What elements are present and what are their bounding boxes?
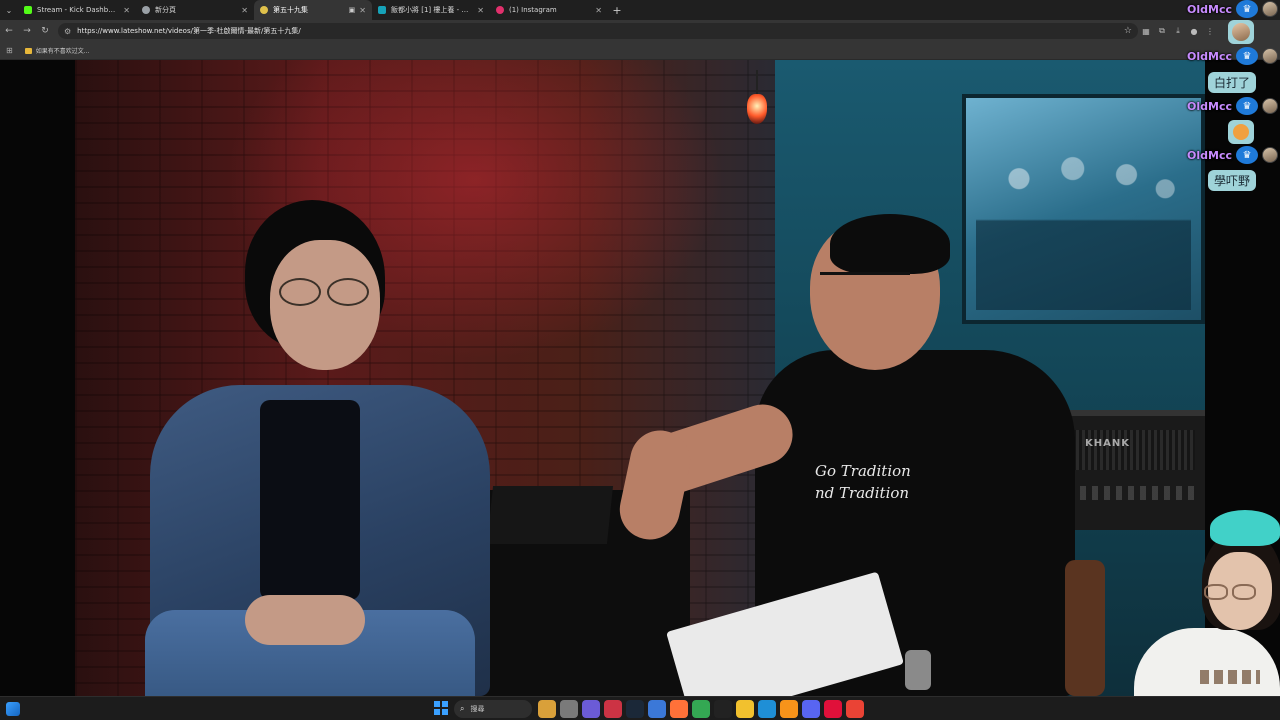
tab-bahamut[interactable]: 飯都小將 [1] 樓上養 - 巴哈姆特 ✕ [372,0,490,20]
forward-icon[interactable]: → [18,20,36,42]
chat-bubble: 白打了 [1207,72,1256,93]
gift-app-icon[interactable] [538,700,556,718]
chat-sticker [1228,120,1254,144]
chat-app-icon[interactable] [582,700,600,718]
bookmark-label: 如果有不喜欢过文... [35,48,90,55]
bahamut-favicon-icon [378,6,386,14]
media-app-icon[interactable] [604,700,622,718]
chat-overlay: OldMcc ♛ OldMcc ♛ 白打了 OldMcc ♛ OldMcc ♛ … [1180,0,1280,200]
toolbar: ← → ↻ ⚙ https://www.lateshow.net/videos/… [0,20,1280,42]
tab-new-tab[interactable]: 新分頁 ✕ [136,0,254,20]
back-icon[interactable]: ← [0,20,18,42]
folder-app-icon[interactable] [736,700,754,718]
bitcoin-app-icon[interactable] [780,700,798,718]
bookmarks-bar: ⊞ 如果有不喜欢过文... [0,42,1280,60]
chat-message: OldMcc ♛ [1187,97,1278,115]
chat-username: OldMcc [1187,99,1232,113]
webcam-overlay [1120,510,1280,720]
crown-badge-icon: ♛ [1236,47,1258,65]
chrome-profile-app-icon[interactable] [846,700,864,718]
start-icon[interactable] [434,701,448,715]
tab-bar: ⌄ Stream - Kick Dashboard ✕ 新分頁 ✕ 第五十九集 … [0,0,1280,20]
chat-avatar-message [1228,20,1254,44]
avatar [1262,1,1278,17]
lateshow-favicon-icon [260,6,268,14]
tab-label: 第五十九集 [273,6,308,14]
chat-message: OldMcc ♛ [1187,146,1278,164]
video-player[interactable]: KHANK Go Tradition nd Tradition [0,60,1280,696]
tab-label: Stream - Kick Dashboard [37,6,120,14]
address-bar[interactable]: ⚙ https://www.lateshow.net/videos/第一季-杜啟… [58,23,1138,39]
tab-label: 新分頁 [155,6,176,14]
firefox-app-icon[interactable] [670,700,688,718]
chat-bubble: 學吓野 [1207,170,1256,191]
chrome-app-icon[interactable] [692,700,710,718]
tab-close-icon[interactable]: ✕ [595,6,602,15]
avatar [1262,147,1278,163]
bookmark-item[interactable]: 如果有不喜欢过文... [24,46,90,55]
amp-brand: KHANK [1085,438,1130,449]
crown-badge-icon: ♛ [1236,97,1258,115]
file-explorer-icon[interactable] [560,700,578,718]
cat-sticker-icon [1233,124,1249,140]
guest-person [75,200,495,696]
mail-app-icon[interactable] [648,700,666,718]
shirt-text-line1: Go Tradition [815,462,911,480]
tab-search-chevron-icon[interactable]: ⌄ [0,0,18,20]
tab-close-icon[interactable]: ✕ [123,6,130,15]
capcut-app-icon[interactable] [714,700,732,718]
tab-instagram[interactable]: (1) Instagram ✕ [490,0,608,20]
chat-username: OldMcc [1187,2,1232,16]
video-frame: KHANK Go Tradition nd Tradition [75,60,1205,696]
host-person: Go Tradition nd Tradition [614,214,1085,696]
widgets-icon[interactable] [6,702,20,716]
crown-badge-icon: ♛ [1236,146,1258,164]
reload-icon[interactable]: ↻ [36,20,54,42]
crown-badge-icon: ♛ [1236,0,1258,18]
chat-message: OldMcc ♛ [1187,0,1278,18]
taskbar-apps [538,700,868,718]
hat [1210,510,1280,546]
tab-label: (1) Instagram [509,6,557,14]
chat-message: OldMcc ♛ [1187,47,1278,65]
wristwatch [905,650,931,690]
edge-app-icon[interactable] [758,700,776,718]
pendant-lamp [745,70,769,128]
shirt-print: Go Tradition nd Tradition [815,460,911,504]
taskbar: ⌕ 搜尋 [0,696,1280,720]
opera-app-icon[interactable] [824,700,842,718]
extension-icon[interactable]: ▦ [1138,20,1154,42]
steam-app-icon[interactable] [626,700,644,718]
tab-audio-icon[interactable]: ▣ [349,6,356,14]
tab-close-icon[interactable]: ✕ [241,6,248,15]
avatar [1262,98,1278,114]
instagram-favicon-icon [496,6,504,14]
tab-close-icon[interactable]: ✕ [477,6,484,15]
bookmark-star-icon[interactable]: ☆ [1124,26,1132,36]
site-info-icon[interactable]: ⚙ [64,27,71,36]
tab-kick-dashboard[interactable]: Stream - Kick Dashboard ✕ [18,0,136,20]
discord-app-icon[interactable] [802,700,820,718]
tab-label: 飯都小將 [1] 樓上養 - 巴哈姆特 [391,6,473,14]
tab-close-icon[interactable]: ✕ [359,6,366,15]
chat-username: OldMcc [1187,148,1232,162]
apps-grid-icon[interactable]: ⊞ [6,46,13,55]
wooden-chair [1065,560,1105,696]
extensions-puzzle-icon[interactable]: ⧉ [1154,20,1170,42]
folder-icon [24,47,32,54]
url-text[interactable]: https://www.lateshow.net/videos/第一季-杜啟爾情… [77,26,1124,36]
new-tab-button[interactable]: + [608,0,626,20]
avatar [1262,48,1278,64]
kick-favicon-icon [24,6,32,14]
search-label: 搜尋 [470,705,485,713]
taskbar-search[interactable]: ⌕ 搜尋 [454,700,532,718]
shirt-text-line2: nd Tradition [815,484,910,502]
search-icon: ⌕ [460,704,465,713]
chat-username: OldMcc [1187,49,1232,63]
newtab-favicon-icon [142,6,150,14]
screen: ⌄ Stream - Kick Dashboard ✕ 新分頁 ✕ 第五十九集 … [0,0,1280,720]
tab-episode-59[interactable]: 第五十九集 ▣ ✕ [254,0,372,20]
